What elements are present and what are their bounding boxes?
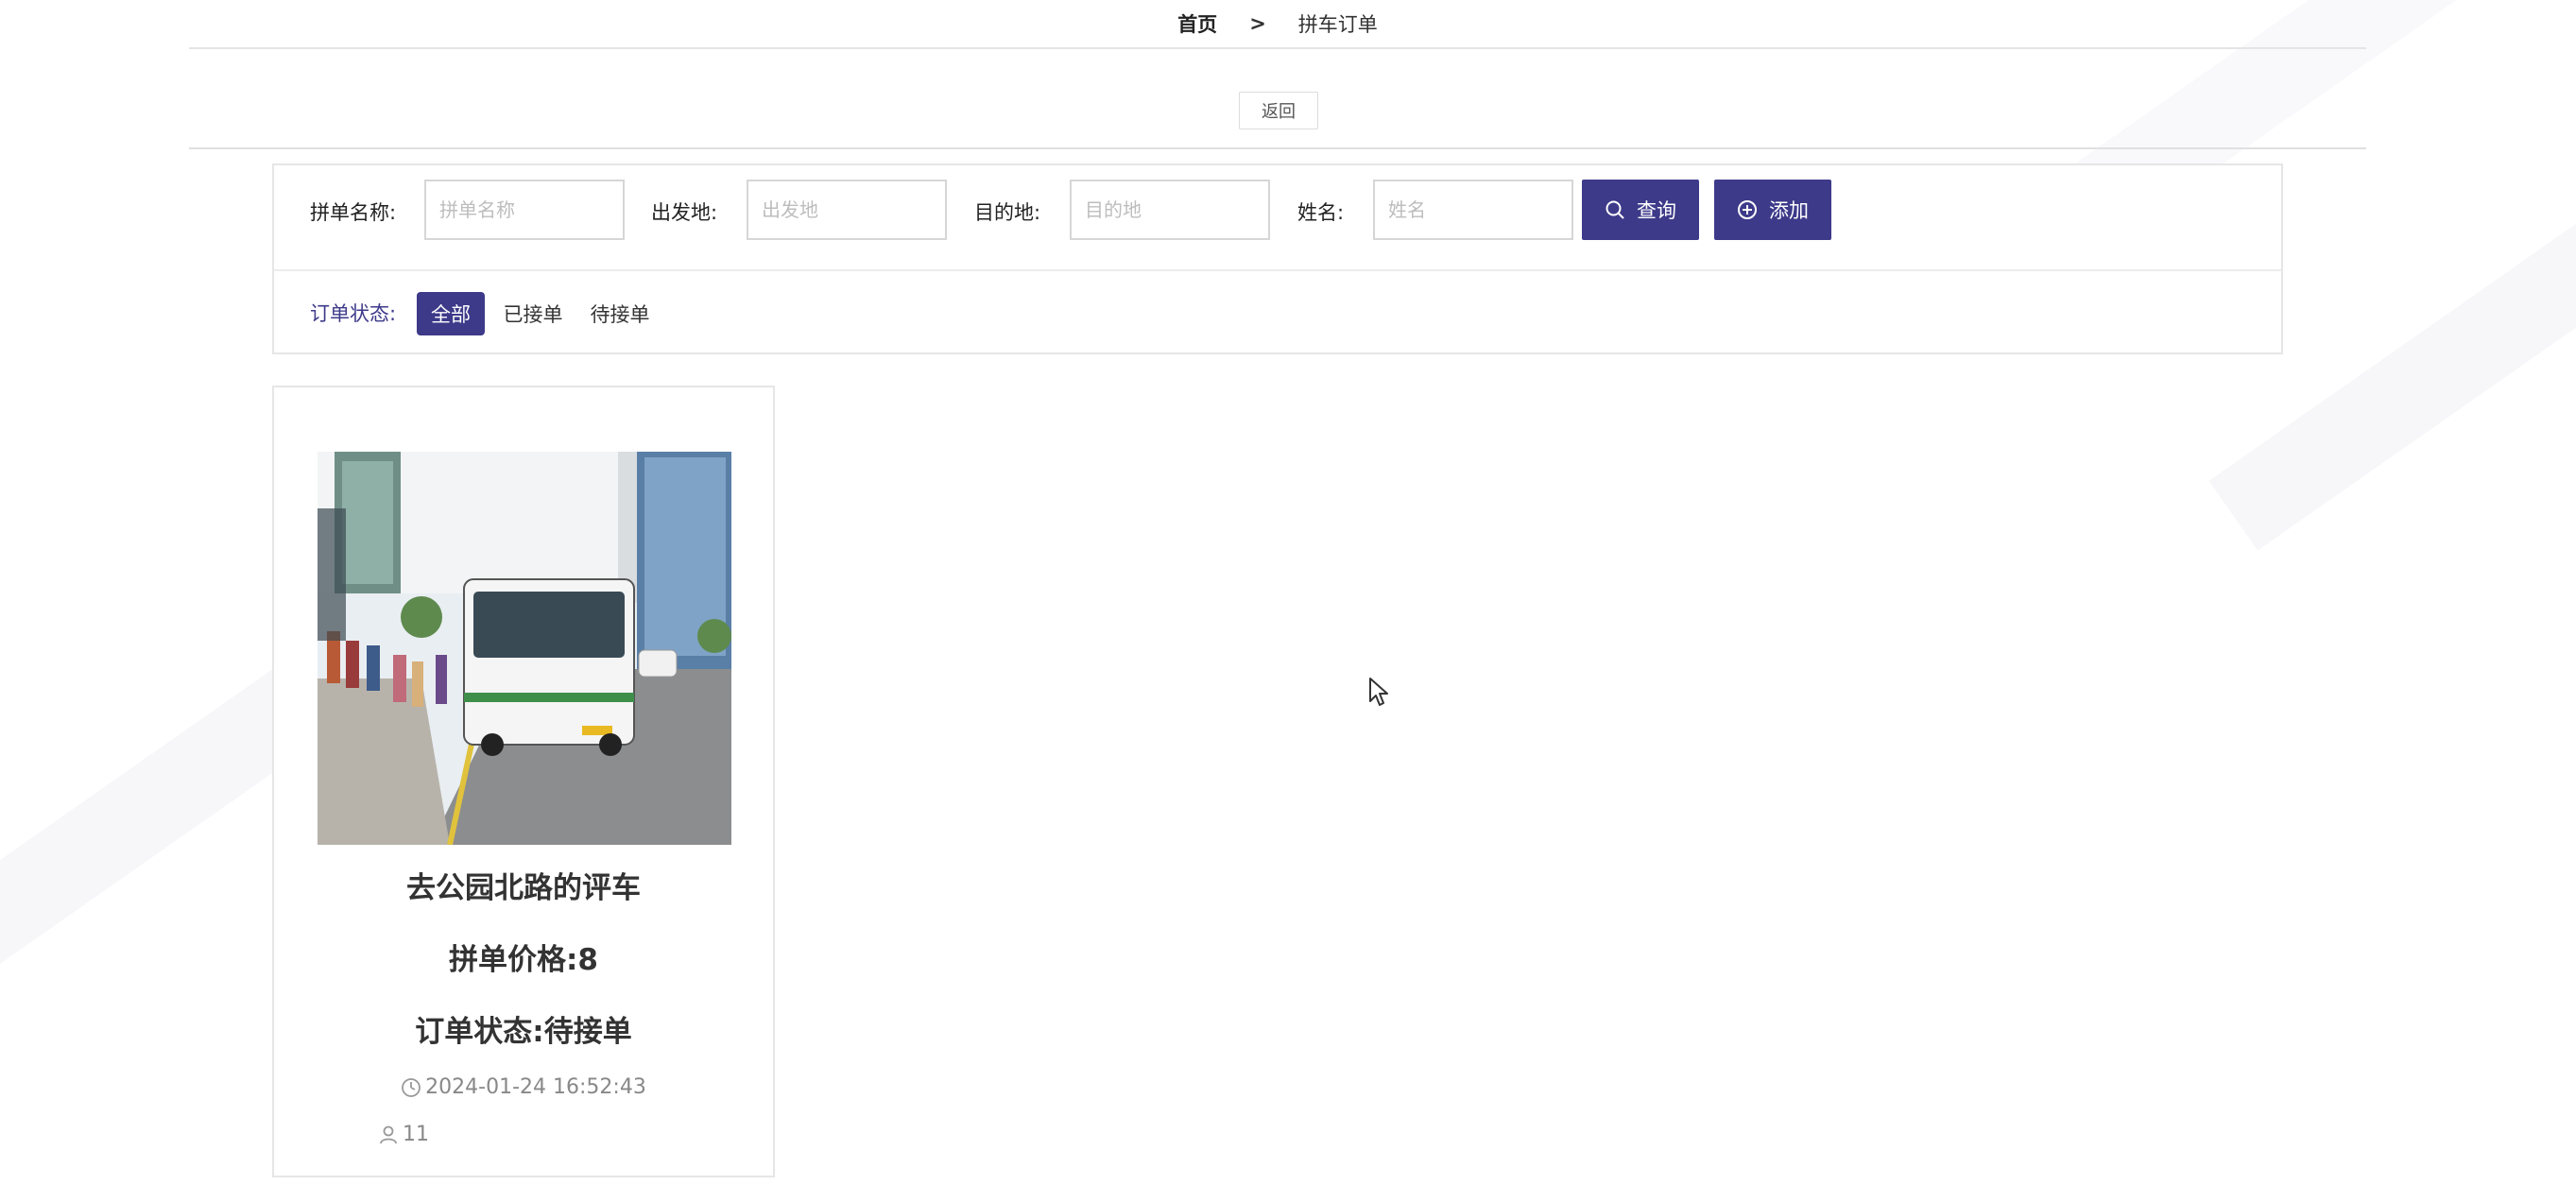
name-filter-input[interactable] (424, 180, 625, 240)
filter-panel: 拼单名称: 出发地: 目的地: 姓名: 查询 添加 订单状态 (272, 163, 2283, 354)
bus-photo (318, 452, 731, 845)
carpool-order-card[interactable]: 去公园北路的评车 拼单价格:8 订单状态:待接单 2024-01-24 16:5… (272, 386, 775, 1177)
breadcrumb: 首页 > 拼车订单 (189, 0, 2366, 49)
user-icon (378, 1125, 399, 1145)
card-views: 11 (378, 1123, 429, 1146)
card-views-count: 11 (403, 1123, 429, 1146)
status-option-accepted[interactable]: 已接单 (497, 292, 569, 335)
plus-circle-icon (1737, 199, 1758, 220)
breadcrumb-current: 拼车订单 (1297, 13, 1378, 36)
back-button[interactable]: 返回 (1239, 92, 1318, 129)
mouse-cursor-icon (1368, 677, 1389, 711)
clock-icon (401, 1077, 421, 1098)
card-time: 2024-01-24 16:52:43 (274, 1075, 773, 1099)
search-button[interactable]: 查询 (1582, 180, 1699, 240)
name-filter-label: 拼单名称: (310, 201, 397, 224)
card-time-text: 2024-01-24 16:52:43 (425, 1075, 646, 1099)
add-button[interactable]: 添加 (1714, 180, 1831, 240)
status-option-pending[interactable]: 待接单 (584, 292, 656, 335)
search-row: 拼单名称: 出发地: 目的地: 姓名: 查询 添加 (274, 165, 2281, 271)
from-filter-input[interactable] (747, 180, 947, 240)
add-button-label: 添加 (1769, 199, 1809, 222)
status-option-all[interactable]: 全部 (417, 292, 485, 335)
status-filter-row: 订单状态: 全部 已接单 待接单 (274, 271, 2281, 354)
status-filter-label: 订单状态: (310, 302, 397, 325)
card-price: 拼单价格:8 (449, 943, 598, 977)
card-status: 订单状态:待接单 (415, 1015, 632, 1049)
person-filter-label: 姓名: (1297, 201, 1345, 224)
breadcrumb-home-link[interactable]: 首页 (1177, 9, 1217, 38)
person-filter-input[interactable] (1373, 180, 1573, 240)
to-filter-input[interactable] (1070, 180, 1270, 240)
search-button-label: 查询 (1637, 199, 1676, 222)
card-title: 去公园北路的评车 (406, 871, 641, 905)
page: 首页 > 拼车订单 返回 拼单名称: 出发地: 目的地: 姓名: 查询 (0, 0, 2576, 1185)
from-filter-label: 出发地: (651, 201, 718, 224)
search-icon (1605, 199, 1625, 220)
to-filter-label: 目的地: (974, 201, 1041, 224)
back-row: 返回 (189, 49, 2366, 149)
breadcrumb-separator: > (1249, 12, 1266, 35)
